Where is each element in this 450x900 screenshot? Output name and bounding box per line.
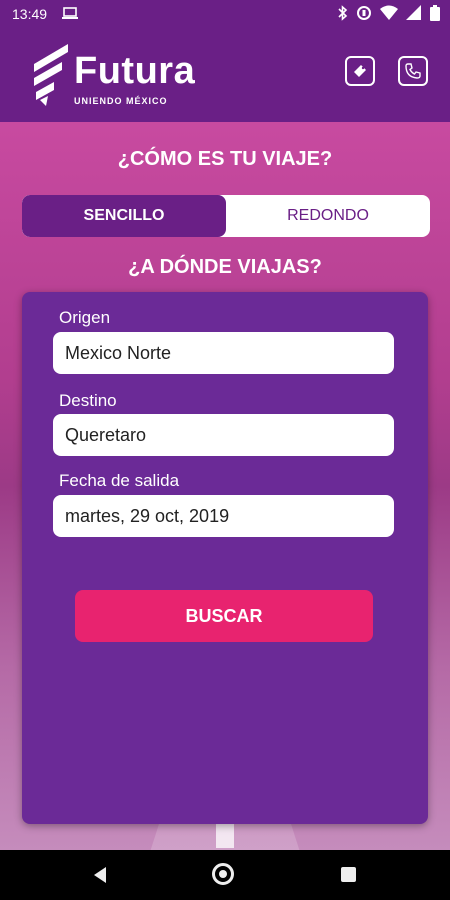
destination-field[interactable]: Queretaro [53, 414, 394, 456]
trip-option-redondo[interactable]: REDONDO [226, 195, 430, 237]
search-button[interactable]: BUSCAR [75, 590, 373, 642]
status-time: 13:49 [12, 6, 48, 22]
trip-type-toggle: SENCILLO REDONDO [22, 195, 430, 237]
wifi-icon [380, 5, 398, 20]
call-button[interactable] [398, 56, 428, 86]
battery-icon [430, 5, 440, 21]
destination-heading: ¿A DÓNDE VIAJAS? [128, 256, 322, 278]
system-icons [338, 5, 440, 21]
tickets-button[interactable] [345, 56, 375, 86]
back-icon[interactable] [92, 866, 108, 884]
futura-logo: Futura UNIENDO MÉXICO [28, 42, 218, 108]
laptop-icon [62, 7, 78, 19]
lane-marking [216, 824, 234, 848]
bluetooth-icon [338, 5, 348, 21]
android-nav-bar [0, 850, 450, 900]
search-form-card: Origen Mexico Norte Destino Queretaro Fe… [22, 292, 428, 824]
logo-mark-icon [34, 44, 68, 106]
origin-label: Origen [59, 308, 111, 327]
departure-date-label: Fecha de salida [59, 471, 180, 490]
trip-type-heading: ¿CÓMO ES TU VIAJE? [117, 148, 333, 170]
departure-date-field[interactable]: martes, 29 oct, 2019 [53, 495, 394, 537]
trip-option-sencillo[interactable]: SENCILLO [22, 195, 226, 237]
signal-icon [406, 5, 421, 20]
recents-icon[interactable] [341, 867, 356, 882]
phone-icon [405, 63, 421, 79]
destination-label: Destino [59, 391, 117, 410]
brand-name: Futura [74, 50, 196, 92]
status-bar: 13:49 [0, 0, 450, 28]
data-saver-icon [357, 6, 371, 20]
origin-field[interactable]: Mexico Norte [53, 332, 394, 374]
ticket-icon [354, 65, 366, 77]
brand-tagline: UNIENDO MÉXICO [74, 96, 168, 106]
app-header: Futura UNIENDO MÉXICO [0, 28, 450, 122]
home-icon[interactable] [212, 863, 234, 885]
